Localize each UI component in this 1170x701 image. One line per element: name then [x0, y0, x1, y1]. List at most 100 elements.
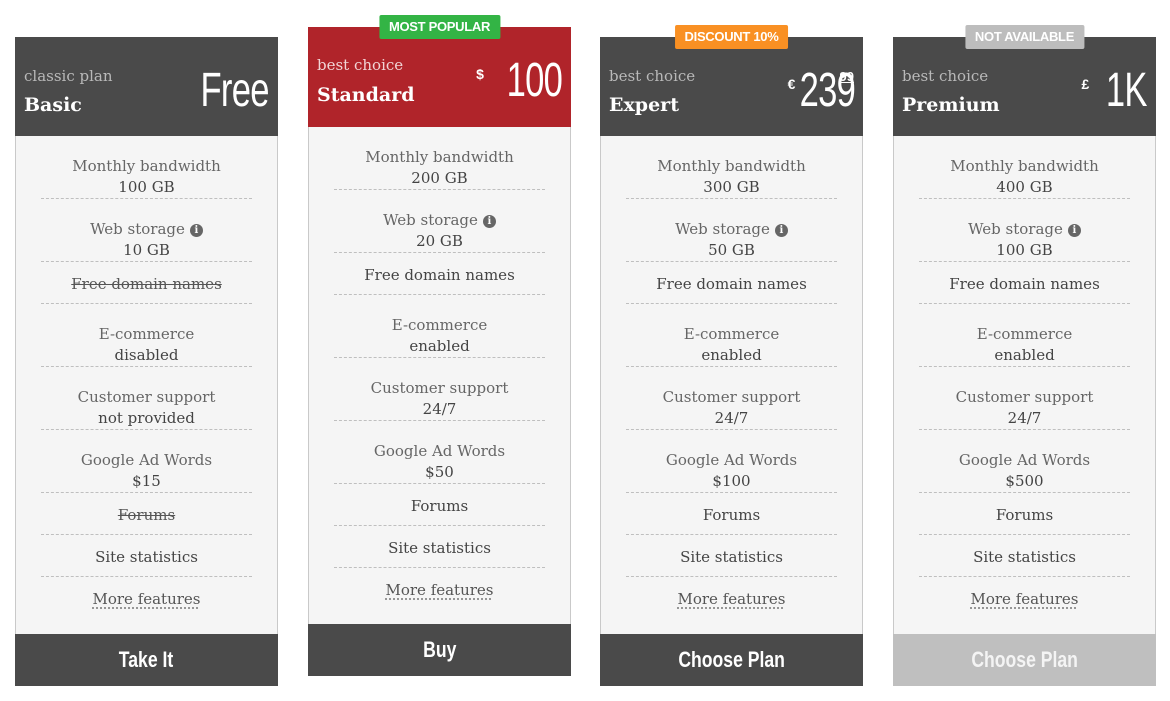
feature-value: disabled	[114, 346, 179, 364]
feature-value: 400 GB	[996, 178, 1053, 196]
feature-web-storage: Web storage i 50 GB	[626, 199, 837, 262]
info-icon[interactable]: i	[774, 224, 788, 237]
price-amount: 239	[800, 64, 856, 117]
feature-site-statistics: Site statistics	[626, 535, 837, 577]
feature-value: 100 GB	[118, 178, 175, 196]
feature-value: enabled	[994, 346, 1055, 364]
feature-label: E-commerce	[391, 316, 488, 334]
feature-label: E-commerce	[976, 325, 1073, 343]
feature-value: 20 GB	[416, 232, 463, 250]
feature-value: 10 GB	[123, 241, 170, 259]
feature-value: 24/7	[1007, 409, 1042, 427]
feature-label: Customer support	[370, 379, 509, 397]
feature-label: Google Ad Words	[373, 442, 506, 460]
feature-label: Free domain names	[656, 275, 807, 293]
plan-card-expert: DISCOUNT 10% best choice Expert € 239 99…	[600, 25, 863, 686]
feature-value: 300 GB	[703, 178, 760, 196]
feature-forums: Forums	[334, 484, 545, 526]
feature-domain-names: Free domain names	[41, 262, 252, 304]
feature-web-storage: Web storage i 10 GB	[41, 199, 252, 262]
feature-label: Site statistics	[95, 548, 198, 566]
plan-card-standard: MOST POPULAR best choice Standard $ 100 …	[308, 15, 571, 676]
take-it-button[interactable]: Take It	[15, 634, 278, 686]
feature-value: 24/7	[422, 400, 457, 418]
plan-name: Premium	[902, 94, 1000, 116]
plan-name: Standard	[317, 84, 415, 106]
feature-value: $500	[1005, 472, 1044, 490]
more-features-link[interactable]: More features	[41, 589, 252, 610]
plan-card-basic: classic plan Basic Free Monthly bandwidt…	[15, 37, 278, 686]
feature-site-statistics: Site statistics	[919, 535, 1130, 577]
feature-value: enabled	[701, 346, 762, 364]
plan-header: NOT AVAILABLE best choice Premium £ 1K	[893, 25, 1156, 136]
feature-site-statistics: Site statistics	[334, 526, 545, 568]
feature-bandwidth: Monthly bandwidth 200 GB	[334, 127, 545, 190]
feature-more: More features	[334, 568, 545, 610]
feature-list: Monthly bandwidth 100 GB Web storage i 10…	[16, 136, 277, 619]
feature-list: Monthly bandwidth 200 GB Web storage i 20…	[309, 127, 570, 610]
price-amount: 100	[506, 54, 562, 107]
choose-plan-button[interactable]: Choose Plan	[600, 634, 863, 686]
more-features-link[interactable]: More features	[334, 580, 545, 601]
feature-ecommerce: E-commerce enabled	[919, 304, 1130, 367]
plan-subtitle: best choice	[317, 56, 404, 74]
more-features-link[interactable]: More features	[626, 589, 837, 610]
button-label: Choose Plan	[971, 647, 1078, 672]
feature-label: Site statistics	[680, 548, 783, 566]
feature-label: Monthly bandwidth	[365, 148, 514, 166]
info-icon[interactable]: i	[1067, 224, 1081, 237]
feature-label: Forums	[410, 497, 469, 515]
feature-value: 24/7	[714, 409, 749, 427]
buy-button[interactable]: Buy	[308, 624, 571, 676]
feature-ecommerce: E-commerce enabled	[334, 295, 545, 358]
feature-label: Web storage	[968, 220, 1063, 238]
plan-price: Free	[174, 63, 270, 119]
most-popular-ribbon: MOST POPULAR	[378, 15, 501, 39]
feature-ad-words: Google Ad Words $50	[334, 421, 545, 484]
feature-domain-names: Free domain names	[919, 262, 1130, 304]
feature-forums: Forums	[919, 493, 1130, 535]
feature-more: More features	[919, 577, 1130, 619]
feature-label: Forums	[995, 506, 1054, 524]
button-label: Buy	[422, 637, 457, 662]
feature-value: $100	[712, 472, 751, 490]
feature-label: Web storage	[675, 220, 770, 238]
feature-list: Monthly bandwidth 400 GB Web storage i 10…	[894, 136, 1155, 619]
plan-name: Basic	[24, 94, 82, 116]
info-icon[interactable]: i	[482, 215, 496, 228]
feature-label: E-commerce	[98, 325, 195, 343]
not-available-ribbon: NOT AVAILABLE	[964, 25, 1085, 49]
plan-header: DISCOUNT 10% best choice Expert € 239 99	[600, 25, 863, 136]
feature-label: Monthly bandwidth	[72, 157, 221, 175]
plan-price: £ 1K	[1081, 63, 1147, 119]
feature-ad-words: Google Ad Words $500	[919, 430, 1130, 493]
more-features-link[interactable]: More features	[919, 589, 1130, 610]
button-label: Take It	[119, 647, 174, 672]
discount-ribbon: DISCOUNT 10%	[674, 25, 789, 49]
feature-label: Site statistics	[388, 539, 491, 557]
currency-symbol: $	[476, 66, 484, 82]
price-amount: 1K	[1106, 64, 1148, 117]
currency-symbol: £	[1081, 76, 1090, 92]
feature-label: Customer support	[955, 388, 1094, 406]
plan-price: € 239 99	[788, 63, 857, 119]
feature-web-storage: Web storage i 20 GB	[334, 190, 545, 253]
feature-label: Web storage	[90, 220, 185, 238]
feature-label: Site statistics	[973, 548, 1076, 566]
plan-name: Expert	[609, 94, 679, 116]
feature-label: Google Ad Words	[958, 451, 1091, 469]
feature-ad-words: Google Ad Words $100	[626, 430, 837, 493]
feature-label: Free domain names	[949, 275, 1100, 293]
feature-ecommerce: E-commerce enabled	[626, 304, 837, 367]
feature-more: More features	[626, 577, 837, 619]
plan-header: MOST POPULAR best choice Standard $ 100	[308, 15, 571, 127]
info-icon[interactable]: i	[189, 224, 203, 237]
feature-web-storage: Web storage i 100 GB	[919, 199, 1130, 262]
feature-label: Monthly bandwidth	[657, 157, 806, 175]
feature-customer-support: Customer support not provided	[41, 367, 252, 430]
feature-label: Free domain names	[71, 275, 222, 293]
feature-list: Monthly bandwidth 300 GB Web storage i 50…	[601, 136, 862, 619]
plan-price: $ 100	[476, 53, 563, 109]
plan-card-premium: NOT AVAILABLE best choice Premium £ 1K M…	[893, 25, 1156, 686]
feature-domain-names: Free domain names	[334, 253, 545, 295]
